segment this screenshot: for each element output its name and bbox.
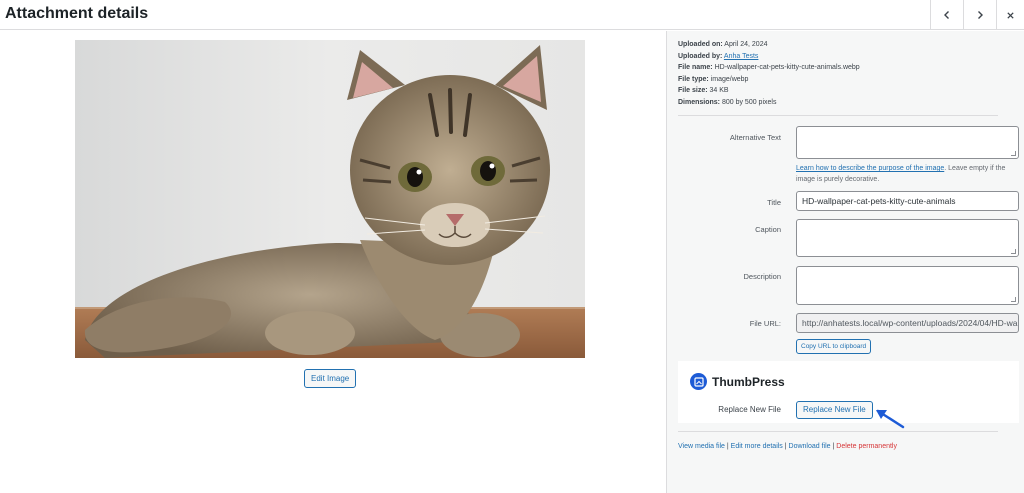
uploaded-on-label: Uploaded on: [678, 41, 723, 48]
divider [678, 431, 998, 432]
chevron-right-icon [978, 11, 983, 19]
resize-handle[interactable] [1011, 249, 1016, 254]
divider [678, 115, 998, 116]
alt-text-help-link[interactable]: Learn how to describe the purpose of the… [796, 165, 944, 172]
media-preview: Edit Image [0, 31, 666, 493]
file-size-value: 34 KB [709, 87, 729, 94]
uploaded-on-row: Uploaded on: April 24, 2024 [678, 39, 860, 51]
file-size-label: File size: [678, 87, 708, 94]
uploaded-by-link[interactable]: Anha Tests [724, 53, 759, 60]
chevron-left-icon [944, 11, 949, 19]
resize-handle[interactable] [1011, 297, 1016, 302]
file-name-value: HD-wallpaper-cat-pets-kitty-cute-animals… [714, 64, 860, 71]
dimensions-label: Dimensions: [678, 98, 721, 106]
close-button[interactable] [996, 0, 1024, 30]
uploaded-on-value: April 24, 2024 [724, 41, 768, 48]
delete-permanently-link[interactable]: Delete permanently [836, 443, 897, 450]
edit-image-button[interactable]: Edit Image [304, 369, 357, 388]
file-type-row: File type: image/webp [678, 74, 860, 86]
dimensions-value: 800 by 500 pixels [721, 98, 777, 106]
view-media-link[interactable]: View media file [678, 443, 725, 450]
caption-label: Caption [755, 225, 781, 234]
dimensions-row: Dimensions: 800 by 500 pixels [678, 97, 860, 109]
uploaded-by-row: Uploaded by: Anha Tests [678, 51, 860, 63]
next-button[interactable] [963, 0, 996, 30]
replace-file-label: Replace New File [718, 405, 781, 414]
replace-new-file-button[interactable]: Replace New File [796, 401, 873, 419]
copy-url-button[interactable]: Copy URL to clipboard [796, 339, 872, 354]
alt-text-help: Learn how to describe the purpose of the… [796, 163, 1021, 185]
thumbpress-logo: ThumbPress [690, 373, 785, 390]
file-name-label: File name: [678, 64, 713, 71]
uploaded-by-label: Uploaded by: [678, 52, 723, 60]
previous-button[interactable] [930, 0, 963, 30]
attachment-actions: View media file | Edit more details | Do… [678, 443, 897, 450]
alt-text-label: Alternative Text [729, 133, 781, 142]
file-url-label: File URL: [749, 319, 781, 328]
attachment-image [75, 40, 585, 358]
resize-handle[interactable] [1011, 151, 1016, 156]
file-url-field[interactable]: http://anhatests.local/wp-content/upload… [796, 313, 1019, 333]
attachment-sidebar: Uploaded on: April 24, 2024 Uploaded by:… [666, 31, 1024, 493]
description-field[interactable] [796, 266, 1019, 305]
download-link[interactable]: Download file [789, 443, 831, 450]
thumbpress-panel: ThumbPress Replace New File Replace New … [678, 361, 1019, 429]
modal-title: Attachment details [5, 5, 149, 22]
thumbpress-name: ThumbPress [712, 374, 785, 389]
close-icon [1007, 11, 1014, 19]
file-type-label: File type: [678, 75, 709, 83]
file-type-value: image/webp [710, 75, 749, 83]
file-name-row: File name: HD-wallpaper-cat-pets-kitty-c… [678, 62, 860, 74]
file-details: Uploaded on: April 24, 2024 Uploaded by:… [678, 39, 860, 108]
pointer-arrow-icon [876, 409, 905, 429]
file-size-row: File size: 34 KB [678, 85, 860, 97]
description-label: Description [743, 272, 781, 281]
caption-field[interactable] [796, 219, 1019, 257]
title-field[interactable]: HD-wallpaper-cat-pets-kitty-cute-animals [796, 191, 1019, 211]
modal-header: Attachment details [0, 0, 1024, 30]
edit-details-link[interactable]: Edit more details [731, 443, 783, 450]
title-label: Title [767, 198, 781, 207]
thumbpress-logo-icon [690, 373, 707, 390]
alt-text-field[interactable] [796, 126, 1019, 159]
